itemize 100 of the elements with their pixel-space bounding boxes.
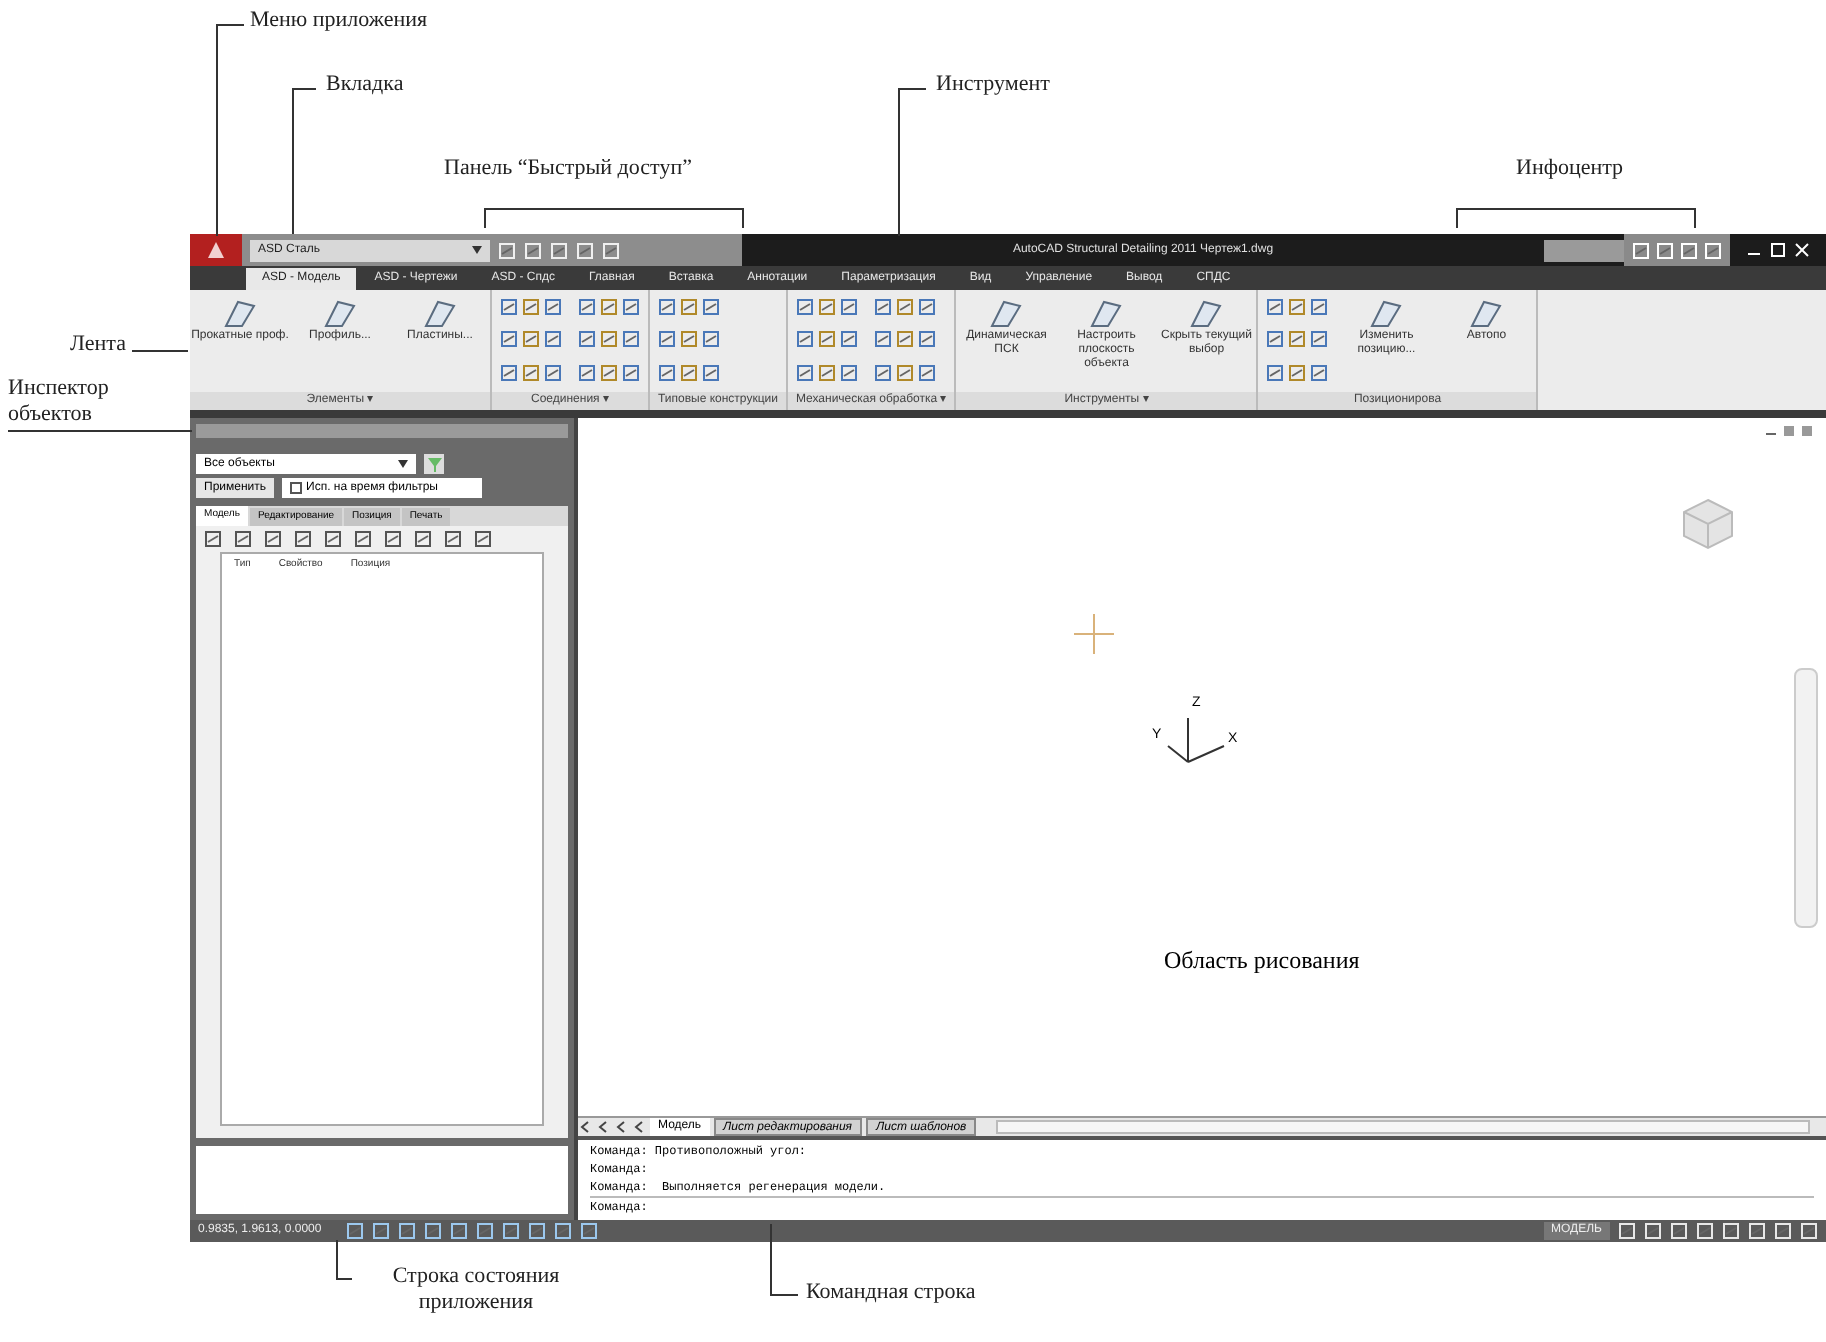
tool-icon[interactable] [795,363,814,382]
quick-access-icon[interactable] [550,241,568,259]
tool-icon[interactable] [917,363,936,382]
tool-icon[interactable] [544,330,562,349]
callout-label: Командная строка [806,1280,976,1306]
tool-icon[interactable] [839,330,858,349]
tool-icon[interactable] [578,298,596,316]
caret-icon [472,246,482,254]
status-toggle-icon[interactable] [502,1222,520,1240]
tool-icon[interactable] [1288,363,1307,382]
tool-icon[interactable] [522,330,540,349]
tool-icon[interactable] [917,330,936,349]
tool-icon[interactable] [578,363,596,382]
infocenter-icon[interactable] [1632,241,1650,259]
tool-icon[interactable] [544,363,562,382]
tool-icon[interactable] [622,330,640,349]
status-tool-icon[interactable] [1800,1222,1818,1240]
tool-icon[interactable] [658,298,676,316]
tool-icon[interactable] [500,330,518,349]
tool-icon[interactable] [384,530,402,548]
tool-icon[interactable] [839,298,858,316]
status-toggle-icon[interactable] [580,1222,598,1240]
tool-icon[interactable] [817,298,836,316]
tool-icon[interactable] [839,363,858,382]
tool-icon[interactable] [414,530,432,548]
app-menu-button[interactable] [190,234,242,266]
tool-icon [1368,298,1405,330]
status-tool-icon[interactable] [1696,1222,1714,1240]
tool-icon[interactable] [522,363,540,382]
status-toggle-icon[interactable] [554,1222,572,1240]
close-icon[interactable] [1794,242,1810,258]
status-toggle-icon[interactable] [450,1222,468,1240]
tool-icon[interactable] [622,298,640,316]
tool-icon[interactable] [658,363,676,382]
status-tool-icon[interactable] [1774,1222,1792,1240]
tool-icon[interactable] [474,530,492,548]
status-toggle-icon[interactable] [372,1222,390,1240]
infocenter-icon[interactable] [1656,241,1674,259]
tool-icon[interactable] [500,363,518,382]
tool-icon[interactable] [817,330,836,349]
quick-access-icon[interactable] [524,241,542,259]
tool-icon[interactable] [1310,330,1329,349]
tool-icon[interactable] [234,530,252,548]
tool-icon[interactable] [795,298,814,316]
quick-access-icon[interactable] [602,241,620,259]
quick-access-icon[interactable] [498,241,516,259]
horizontal-scrollbar[interactable] [996,1120,1810,1134]
tool-icon[interactable] [324,530,342,548]
status-toggle-icon[interactable] [476,1222,494,1240]
maximize-icon[interactable] [1770,242,1786,258]
tool-icon[interactable] [204,530,222,548]
status-toggle-icon[interactable] [346,1222,364,1240]
tool-icon[interactable] [702,363,720,382]
tool-icon[interactable] [680,298,698,316]
tool-icon[interactable] [294,530,312,548]
tool-icon[interactable] [544,298,562,316]
tool-icon[interactable] [817,363,836,382]
tool-icon[interactable] [680,363,698,382]
infocenter-icon[interactable] [1704,241,1722,259]
tool-icon[interactable] [600,363,618,382]
quick-access-icon[interactable] [576,241,594,259]
tool-icon[interactable] [1310,298,1329,316]
tool-icon[interactable] [522,298,540,316]
tool-icon[interactable] [680,330,698,349]
tool-icon[interactable] [600,330,618,349]
tool-icon[interactable] [354,530,372,548]
tool-icon[interactable] [795,330,814,349]
tool-icon[interactable] [1288,298,1307,316]
tool-icon[interactable] [1310,363,1329,382]
status-tool-icon[interactable] [1618,1222,1636,1240]
tool-icon[interactable] [264,530,282,548]
tool-icon[interactable] [895,298,914,316]
tool-icon[interactable] [1266,330,1285,349]
tool-icon[interactable] [895,330,914,349]
status-tool-icon[interactable] [1644,1222,1662,1240]
status-tool-icon[interactable] [1722,1222,1740,1240]
tool-icon[interactable] [622,363,640,382]
tool-icon[interactable] [873,363,892,382]
status-tool-icon[interactable] [1748,1222,1766,1240]
tool-icon[interactable] [1266,298,1285,316]
status-toggle-icon[interactable] [424,1222,442,1240]
infocenter-search-field[interactable] [1544,239,1624,261]
status-toggle-icon[interactable] [528,1222,546,1240]
tool-icon[interactable] [895,363,914,382]
tool-icon[interactable] [917,298,936,316]
status-toggle-icon[interactable] [398,1222,416,1240]
tool-icon[interactable] [578,330,596,349]
tool-icon[interactable] [1266,363,1285,382]
tool-icon[interactable] [702,298,720,316]
status-tool-icon[interactable] [1670,1222,1688,1240]
tool-icon[interactable] [1288,330,1307,349]
tool-icon[interactable] [873,298,892,316]
tool-icon[interactable] [702,330,720,349]
infocenter-icon[interactable] [1680,241,1698,259]
tool-icon[interactable] [500,298,518,316]
checkbox[interactable] [290,482,303,494]
tool-icon[interactable] [444,530,462,548]
tool-icon[interactable] [873,330,892,349]
tool-icon[interactable] [658,330,676,349]
tool-icon[interactable] [600,298,618,316]
